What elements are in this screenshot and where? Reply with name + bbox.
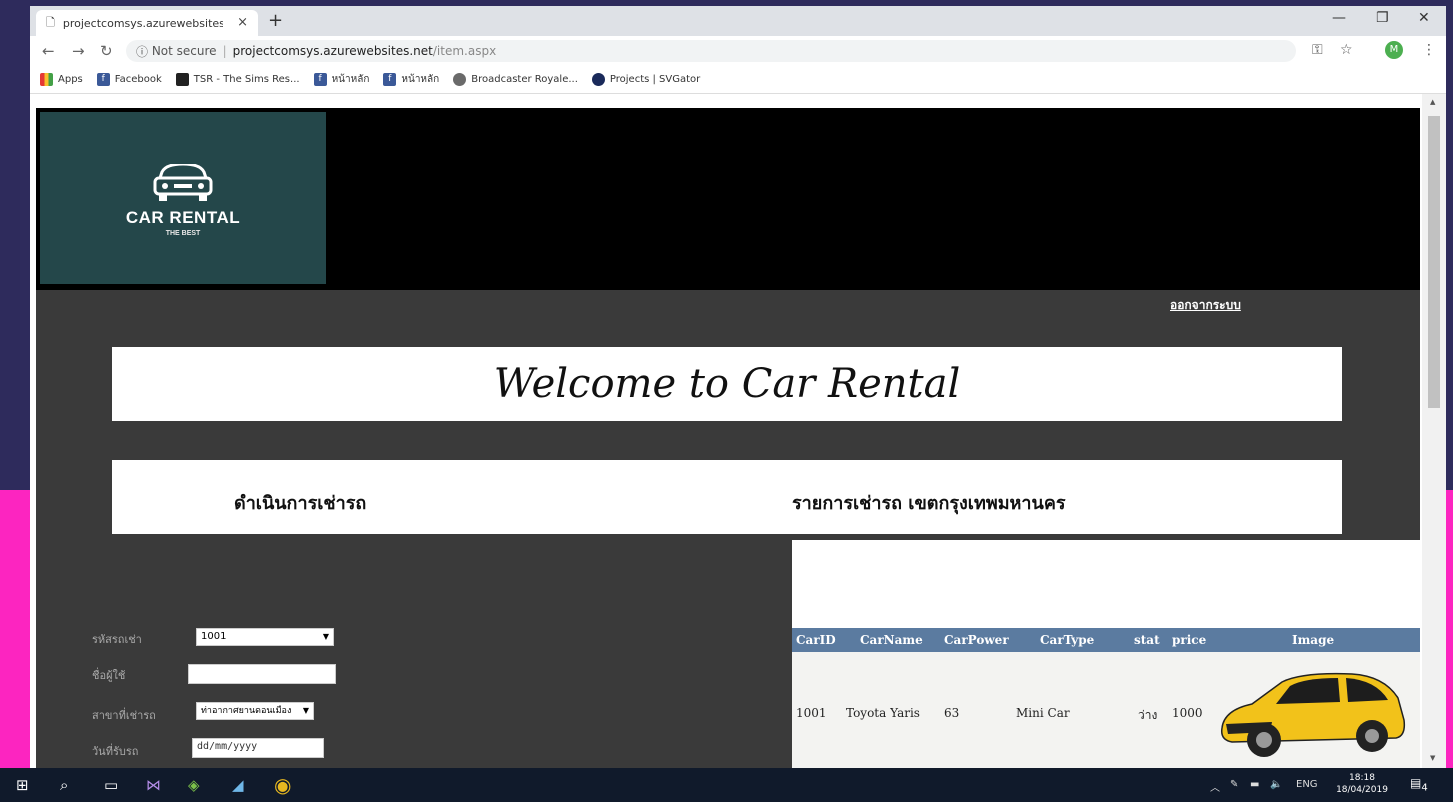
security-label: Not secure xyxy=(151,44,217,58)
car-id-label: รหัสรถเช่า xyxy=(92,633,142,646)
browser-tab[interactable]: 🗋 projectcomsys.azurewebsites.net × xyxy=(36,10,258,36)
cell-cartype: Mini Car xyxy=(1016,706,1070,720)
reload-icon[interactable]: ↻ xyxy=(100,42,113,60)
clock[interactable]: 18:18 18/04/2019 xyxy=(1336,772,1388,796)
logout-link[interactable]: ออกจากระบบ xyxy=(1170,296,1241,315)
address-bar-row: ← → ↻ ⓘ Not secure | projectcomsys.azure… xyxy=(30,36,1446,66)
tray-overflow-icon[interactable]: ︿ xyxy=(1210,779,1220,794)
notification-icon[interactable]: ▤4 xyxy=(1410,776,1428,793)
pen-icon[interactable]: ✎ xyxy=(1230,779,1238,790)
star-icon[interactable]: ☆ xyxy=(1340,42,1353,58)
user-label: ชื่อผู้ใช้ xyxy=(92,669,126,682)
maximize-button[interactable]: ❐ xyxy=(1376,10,1389,26)
bookmark-facebook[interactable]: f Facebook xyxy=(96,73,162,86)
cell-price: 1000 xyxy=(1172,706,1203,720)
bookmarks-bar: Apps f Facebook TSR - The Sims Res... f … xyxy=(30,66,1446,94)
new-tab-button[interactable]: + xyxy=(268,10,283,31)
broadcaster-icon xyxy=(453,73,467,86)
facebook-icon: f xyxy=(96,73,110,86)
scrollbar-thumb[interactable] xyxy=(1428,116,1440,408)
windows-taskbar: ⊞ ⌕ ▭ ⋈ ◈ ◢ ◉ ︿ ✎ ▬ 🔈 ENG 18:18 18/04/20… xyxy=(0,768,1453,802)
clock-date: 18/04/2019 xyxy=(1336,785,1388,795)
task-view-icon[interactable]: ▭ xyxy=(104,776,118,794)
scroll-up-icon[interactable]: ▲ xyxy=(1430,98,1435,106)
cell-carname: Toyota Yaris xyxy=(846,706,920,720)
logo-title: CAR RENTAL xyxy=(125,208,241,227)
tsr-icon xyxy=(175,73,189,86)
col-carname: CarName xyxy=(860,633,923,647)
cell-carid: 1001 xyxy=(796,706,827,720)
search-icon[interactable]: ⌕ xyxy=(60,776,68,794)
apps-grid-icon xyxy=(40,73,53,86)
avatar[interactable]: M xyxy=(1385,41,1403,59)
tab-close-icon[interactable]: × xyxy=(237,15,248,30)
back-icon[interactable]: ← xyxy=(42,42,55,60)
site-logo[interactable]: CAR RENTAL THE BEST xyxy=(40,112,326,284)
browser-window: 🗋 projectcomsys.azurewebsites.net × + — … xyxy=(30,6,1446,768)
site-header: CAR RENTAL THE BEST xyxy=(36,108,1420,290)
bookmark-broadcaster[interactable]: Broadcaster Royale... xyxy=(453,73,578,86)
col-carid: CarID xyxy=(796,633,836,647)
address-separator: | xyxy=(222,44,227,58)
page-scrollbar[interactable]: ▲ ▼ xyxy=(1422,94,1446,768)
facebook-icon: f xyxy=(313,73,327,86)
volume-icon[interactable]: 🔈 xyxy=(1270,779,1282,790)
car-list-table: CarID CarName CarPower CarType stat pric… xyxy=(792,540,1420,768)
pickup-date-input[interactable]: dd/mm/yyyy xyxy=(192,738,324,758)
menu-icon[interactable]: ⋮ xyxy=(1422,42,1436,58)
windows-start-icon[interactable]: ⊞ xyxy=(16,776,29,794)
azure-icon[interactable]: ◢ xyxy=(232,776,244,794)
table-header: CarID CarName CarPower CarType stat pric… xyxy=(792,628,1420,652)
bookmark-tsr[interactable]: TSR - The Sims Res... xyxy=(175,73,300,86)
forward-icon[interactable]: → xyxy=(72,42,85,60)
car-image xyxy=(1220,672,1406,757)
clock-time: 18:18 xyxy=(1349,773,1375,783)
col-price: price xyxy=(1172,633,1207,647)
minimize-button[interactable]: — xyxy=(1332,10,1346,26)
page-viewport: CAR RENTAL THE BEST ออกจากระบบ Welcome t… xyxy=(36,108,1420,768)
cell-stat: ว่าง xyxy=(1138,708,1158,722)
info-icon[interactable]: ⓘ xyxy=(136,43,152,60)
tab-strip: 🗋 projectcomsys.azurewebsites.net × + — … xyxy=(30,6,1446,36)
bookmark-home-1[interactable]: f หน้าหลัก xyxy=(313,72,369,87)
address-host: projectcomsys.azurewebsites.net xyxy=(232,44,433,58)
scroll-down-icon[interactable]: ▼ xyxy=(1430,754,1435,762)
table-row[interactable]: 1001 Toyota Yaris 63 Mini Car ว่าง 1000 xyxy=(792,652,1420,768)
col-cartype: CarType xyxy=(1040,633,1095,647)
dropdown-arrow-icon: ▼ xyxy=(300,703,309,719)
close-window-button[interactable]: ✕ xyxy=(1418,10,1430,26)
tab-title: projectcomsys.azurewebsites.net xyxy=(62,16,223,30)
bookmark-apps[interactable]: Apps xyxy=(40,73,83,86)
car-logo-icon xyxy=(153,164,213,201)
section-header-bar: ดำเนินการเช่ารถ รายการเช่ารถ เขตกรุงเทพม… xyxy=(112,460,1342,534)
welcome-banner: Welcome to Car Rental xyxy=(112,347,1342,421)
page-icon: 🗋 xyxy=(46,15,55,29)
branch-label: สาขาที่เช่ารถ xyxy=(92,709,156,722)
rental-list-heading: รายการเช่ารถ เขตกรุงเทพมหานคร xyxy=(792,493,1066,514)
address-bar[interactable]: ⓘ Not secure | projectcomsys.azurewebsit… xyxy=(126,40,1296,62)
logo-subtitle: THE BEST xyxy=(165,230,201,237)
col-stat: stat xyxy=(1134,633,1160,647)
car-id-select[interactable]: 1001 ▼ xyxy=(196,628,334,646)
bookmark-svgator[interactable]: Projects | SVGator xyxy=(591,73,700,86)
key-icon[interactable]: ⚿ xyxy=(1312,42,1323,58)
dropdown-arrow-icon: ▼ xyxy=(322,632,329,641)
visual-studio-icon[interactable]: ⋈ xyxy=(146,776,161,794)
user-input[interactable] xyxy=(188,664,336,684)
svgator-icon xyxy=(591,73,605,86)
facebook-icon: f xyxy=(383,73,397,86)
bookmark-home-2[interactable]: f หน้าหลัก xyxy=(383,72,439,87)
language-indicator[interactable]: ENG xyxy=(1296,779,1318,790)
chrome-icon[interactable]: ◉ xyxy=(274,773,291,797)
col-image: Image xyxy=(1292,633,1335,647)
app-icon[interactable]: ◈ xyxy=(188,776,200,794)
branch-select[interactable]: ท่าอากาศยานดอนเมือง ▼ xyxy=(196,702,314,720)
cell-carpower: 63 xyxy=(944,706,960,720)
address-path: /item.aspx xyxy=(432,44,497,58)
col-carpower: CarPower xyxy=(944,633,1009,647)
rental-operation-heading: ดำเนินการเช่ารถ xyxy=(234,493,367,514)
pickup-date-label: วันที่รับรถ xyxy=(92,745,139,758)
network-icon[interactable]: ▬ xyxy=(1250,779,1259,790)
